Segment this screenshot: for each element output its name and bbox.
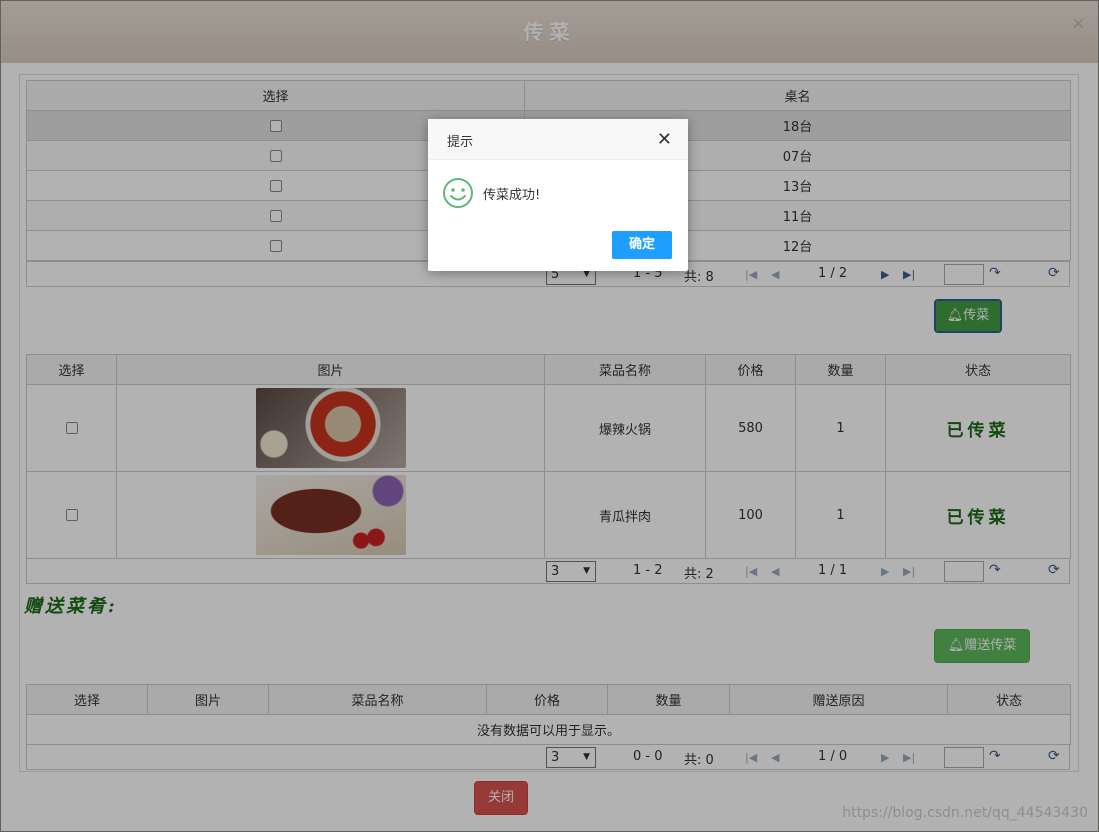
- smile-icon: [443, 178, 473, 208]
- confirm-button[interactable]: 确定: [612, 231, 672, 259]
- dialog-close-icon[interactable]: ✕: [657, 129, 672, 150]
- alert-dialog: 提示 ✕ 传菜成功! 确定: [428, 119, 688, 271]
- dialog-header: 提示 ✕: [428, 119, 688, 160]
- dialog-message: 传菜成功!: [483, 188, 541, 203]
- dialog-title: 提示: [447, 135, 474, 150]
